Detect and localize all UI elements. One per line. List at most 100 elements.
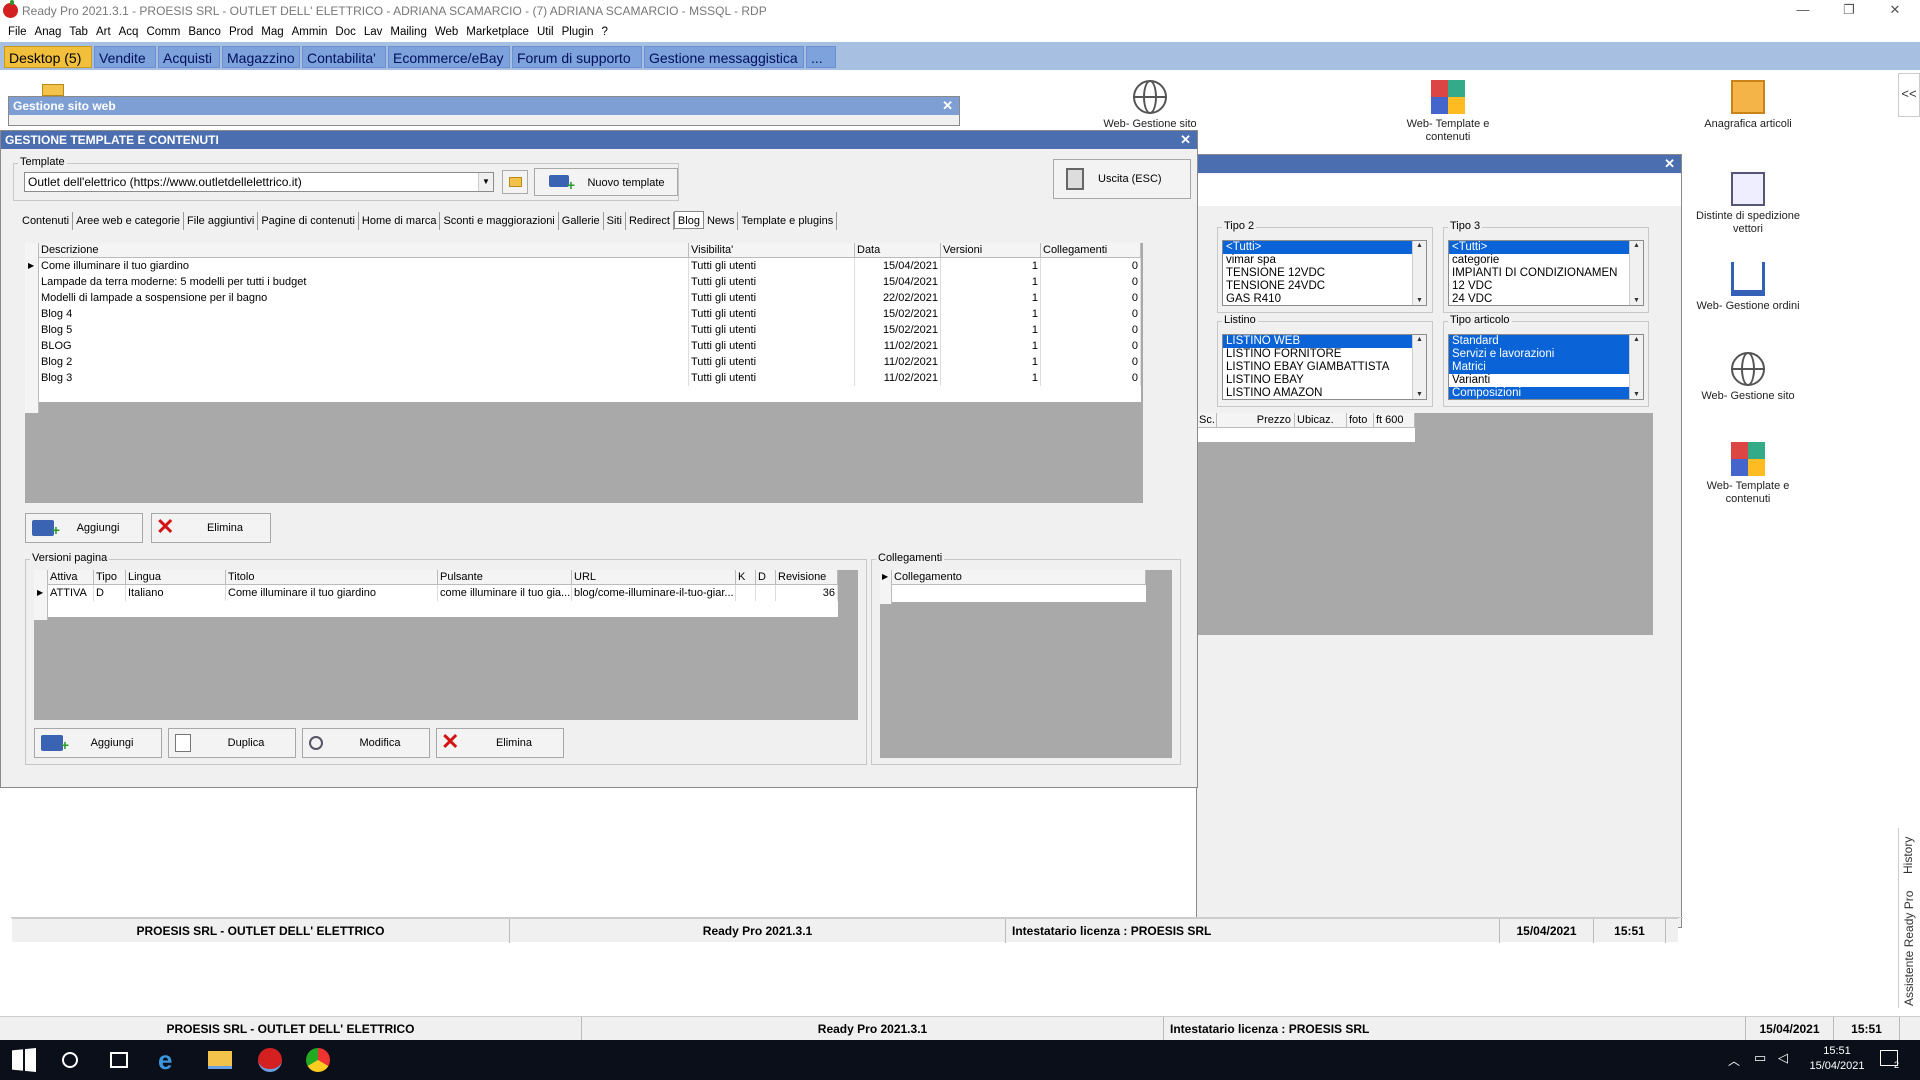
blog-row-cell[interactable]: Tutti gli utenti: [689, 322, 855, 338]
delete-version-button[interactable]: ✕ Elimina: [436, 728, 564, 758]
blog-row-cell[interactable]: 0: [1041, 306, 1141, 322]
tipo3-list[interactable]: <Tutti> categorie IMPIANTI DI CONDIZIONAME…: [1448, 240, 1644, 306]
blog-row-cell[interactable]: 1: [941, 306, 1041, 322]
chevron-down-icon[interactable]: ▼: [478, 173, 493, 191]
blog-row-cell[interactable]: 15/04/2021: [855, 274, 941, 290]
menu-tab[interactable]: Tab: [69, 22, 88, 42]
menu-banco[interactable]: Banco: [188, 22, 221, 42]
tab-acquisti[interactable]: Acquisti: [158, 46, 220, 68]
desktop-icon-distinte[interactable]: Distinte di spedizione vettori: [1688, 172, 1808, 236]
menu-mailing[interactable]: Mailing: [390, 22, 426, 42]
template-select[interactable]: Outlet dell'elettrico (https://www.outle…: [24, 172, 494, 192]
tab-contabilita[interactable]: Contabilita': [302, 46, 386, 68]
delete-blog-button[interactable]: ✕ Elimina: [151, 513, 271, 543]
blog-row-cell[interactable]: Blog 5: [39, 322, 689, 338]
blog-row-cell[interactable]: Blog 4: [39, 306, 689, 322]
menu-mag[interactable]: Mag: [261, 22, 283, 42]
tray-chevron-up-icon[interactable]: ︿: [1728, 1052, 1740, 1069]
network-icon[interactable]: ▭: [1754, 1050, 1766, 1066]
menu-acq[interactable]: Acq: [119, 22, 139, 42]
blog-row-cell[interactable]: 1: [941, 322, 1041, 338]
close-icon[interactable]: ✕: [942, 97, 953, 115]
add-blog-button[interactable]: Aggiungi: [25, 513, 143, 544]
windows-start-icon[interactable]: [12, 1048, 36, 1072]
desktop-icon-web-sito-2[interactable]: Web- Gestione sito: [1688, 352, 1808, 403]
blog-row-cell[interactable]: 11/02/2021: [855, 354, 941, 370]
tab-forum[interactable]: Forum di supporto: [512, 46, 642, 68]
blog-row-cell[interactable]: 0: [1041, 274, 1141, 290]
tab-vendite[interactable]: Vendite: [94, 46, 156, 68]
blog-row-cell[interactable]: 0: [1041, 322, 1141, 338]
history-tab[interactable]: History: [1901, 837, 1915, 874]
blog-grid[interactable]: Descrizione Visibilita' Data Versioni Co…: [25, 243, 1143, 503]
desktop-icon-ordini[interactable]: Web- Gestione ordini: [1688, 262, 1808, 313]
menu-lav[interactable]: Lav: [364, 22, 383, 42]
menu-marketplace[interactable]: Marketplace: [466, 22, 529, 42]
menu-doc[interactable]: Doc: [335, 22, 355, 42]
tipo2-list[interactable]: <Tutti> vimar spa TENSIONE 12VDC TENSIONE 2…: [1222, 240, 1427, 306]
tab-gallerie[interactable]: Gallerie: [559, 212, 604, 230]
blog-row-cell[interactable]: 0: [1041, 370, 1141, 386]
tab-aree-web[interactable]: Aree web e categorie: [73, 212, 185, 230]
menu-ammin[interactable]: Ammin: [292, 22, 328, 42]
tab-more[interactable]: ...: [806, 46, 836, 68]
tab-desktop[interactable]: Desktop (5): [4, 46, 92, 68]
blog-row-cell[interactable]: BLOG: [39, 338, 689, 354]
tab-messaggistica[interactable]: Gestione messaggistica: [644, 46, 804, 68]
tab-magazzino[interactable]: Magazzino: [222, 46, 300, 68]
tab-contenuti[interactable]: Contenuti: [19, 212, 74, 230]
menu-comm[interactable]: Comm: [146, 22, 180, 42]
scrollbar[interactable]: [1629, 241, 1643, 305]
blog-row-cell[interactable]: 1: [941, 370, 1041, 386]
blog-row-cell[interactable]: 11/02/2021: [855, 370, 941, 386]
exit-button[interactable]: Uscita (ESC): [1053, 159, 1191, 199]
menu-web[interactable]: Web: [435, 22, 458, 42]
blog-row-cell[interactable]: Blog 3: [39, 370, 689, 386]
assistant-tab[interactable]: Assistente Ready Pro: [1902, 891, 1916, 1006]
blog-row-cell[interactable]: Tutti gli utenti: [689, 290, 855, 306]
menu-file[interactable]: File: [8, 22, 27, 42]
restore-icon[interactable]: ❐: [1826, 0, 1872, 22]
blog-row-cell[interactable]: 0: [1041, 258, 1141, 274]
products-grid[interactable]: Sc. Prezzo Ubicaz. foto ft 600: [1197, 413, 1653, 635]
duplicate-version-button[interactable]: Duplica: [168, 728, 296, 758]
tab-home-marca[interactable]: Home di marca: [359, 212, 441, 230]
menu-art[interactable]: Art: [96, 22, 111, 42]
menu-prod[interactable]: Prod: [229, 22, 253, 42]
blog-row-cell[interactable]: Tutti gli utenti: [689, 338, 855, 354]
scrollbar[interactable]: [1629, 335, 1643, 399]
blog-row-cell[interactable]: Lampade da terra moderne: 5 modelli per …: [39, 274, 689, 290]
search-icon[interactable]: [62, 1052, 78, 1068]
tab-blog[interactable]: Blog: [673, 211, 704, 229]
close-icon[interactable]: ✕: [1664, 155, 1675, 173]
blog-row-cell[interactable]: 0: [1041, 290, 1141, 306]
versions-grid[interactable]: Attiva Tipo Lingua Titolo Pulsante URL K…: [34, 570, 858, 720]
blog-row-cell[interactable]: 1: [941, 258, 1041, 274]
blog-row-cell[interactable]: Come illuminare il tuo giardino: [39, 258, 689, 274]
close-icon[interactable]: ✕: [1872, 0, 1918, 22]
tab-news[interactable]: News: [704, 212, 739, 230]
tab-siti[interactable]: Siti: [604, 212, 626, 230]
menu-anag[interactable]: Anag: [35, 22, 62, 42]
chrome-icon[interactable]: [306, 1048, 330, 1072]
blog-row-cell[interactable]: 15/04/2021: [855, 258, 941, 274]
blog-row-cell[interactable]: 22/02/2021: [855, 290, 941, 306]
blog-row-cell[interactable]: 1: [941, 290, 1041, 306]
blog-row-cell[interactable]: Modelli di lampade a sospensione per il …: [39, 290, 689, 306]
tab-sconti[interactable]: Sconti e maggiorazioni: [440, 212, 559, 230]
tab-redirect[interactable]: Redirect: [626, 212, 674, 230]
tab-ecommerce[interactable]: Ecommerce/eBay: [388, 46, 510, 68]
open-folder-button[interactable]: [502, 170, 528, 194]
blog-row-cell[interactable]: Tutti gli utenti: [689, 306, 855, 322]
tipo-articolo-list[interactable]: Standard Servizi e lavorazioni Matrici Vari…: [1448, 334, 1644, 400]
desktop-icon-web-sito[interactable]: Web- Gestione sito: [1090, 80, 1210, 131]
tab-pagine-contenuti[interactable]: Pagine di contenuti: [258, 212, 359, 230]
desktop-icon-web-template[interactable]: Web- Template e contenuti: [1388, 80, 1508, 144]
minimize-icon[interactable]: —: [1780, 0, 1826, 22]
blog-row-cell[interactable]: 11/02/2021: [855, 338, 941, 354]
blog-row-cell[interactable]: 1: [941, 274, 1041, 290]
blog-row-cell[interactable]: Blog 2: [39, 354, 689, 370]
listino-list[interactable]: LISTINO WEB LISTINO FORNITORE LISTINO EBAY…: [1222, 334, 1427, 400]
blog-row-cell[interactable]: 15/02/2021: [855, 306, 941, 322]
scrollbar[interactable]: [1412, 335, 1426, 399]
